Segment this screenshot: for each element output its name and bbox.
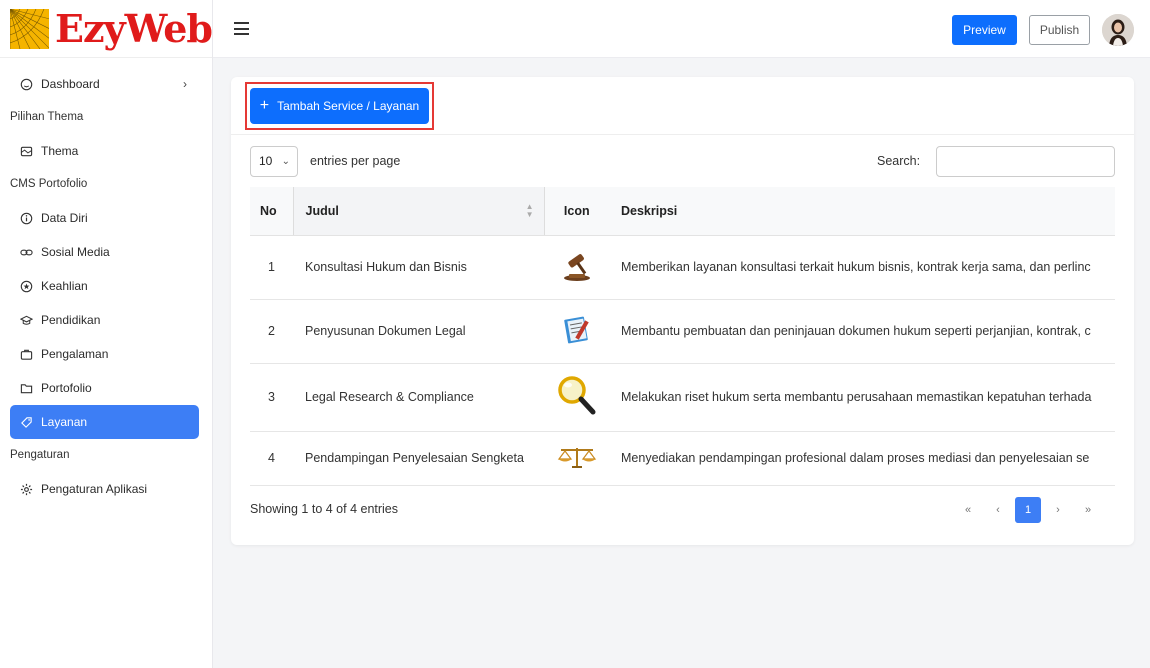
chevron-down-icon: ⌄ — [281, 156, 290, 167]
cell-judul: Konsultasi Hukum dan Bisnis — [293, 235, 544, 300]
sidebar-item-label: Layanan — [41, 415, 88, 429]
last-page-button[interactable]: » — [1075, 497, 1101, 523]
sidebar-nav: Dashboard › Pilihan Thema Thema CMS Port… — [0, 58, 212, 506]
sidebar-item-label: Thema — [41, 144, 79, 158]
cell-deskripsi: Menyediakan pendampingan profesional dal… — [609, 431, 1115, 486]
gavel-icon — [544, 235, 609, 300]
column-header-label: Icon — [563, 203, 590, 218]
cell-no: 1 — [250, 235, 293, 300]
cell-judul: Pendampingan Penyelesaian Sengketa — [293, 431, 544, 486]
cell-no: 3 — [250, 363, 293, 432]
services-table: No Judul ▲ ▼ Icon Deskripsi 1 Konsultasi … — [250, 187, 1115, 486]
dashboard-icon — [20, 78, 33, 91]
next-page-button[interactable]: › — [1045, 497, 1071, 523]
preview-button[interactable]: Preview — [952, 15, 1017, 45]
sidebar-item-label: Pengalaman — [41, 347, 109, 361]
gear-icon — [20, 483, 33, 496]
column-header-icon[interactable]: Icon — [544, 187, 609, 236]
services-card: + Tambah Service / Layanan 10 ⌄ entries … — [231, 77, 1134, 545]
cell-judul: Legal Research & Compliance — [293, 363, 544, 432]
table-row[interactable]: 3 Legal Research & Compliance Melakukan … — [250, 363, 1115, 432]
sidebar-item-label: Data Diri — [41, 211, 88, 225]
cell-judul: Penyusunan Dokumen Legal — [293, 299, 544, 364]
search-label: Search: — [877, 154, 921, 168]
page-size-value: 10 — [259, 154, 273, 168]
page-button-current[interactable]: 1 — [1015, 497, 1041, 523]
sidebar-section-title: Pilihan Thema — [10, 111, 84, 123]
logo-mark-icon — [10, 8, 50, 49]
publish-button[interactable]: Publish — [1029, 15, 1090, 45]
sidebar-item-thema[interactable]: Thema — [10, 134, 199, 168]
star-circle-icon — [20, 280, 33, 293]
graduation-cap-icon — [20, 314, 33, 327]
document-pen-icon — [544, 299, 609, 364]
sidebar-item-data-diri[interactable]: Data Diri — [10, 201, 199, 235]
table-row[interactable]: 1 Konsultasi Hukum dan Bisnis Memberikan… — [250, 235, 1115, 300]
magnifier-icon — [544, 363, 609, 432]
sidebar-item-label: Sosial Media — [41, 245, 110, 259]
sidebar-item-label: Dashboard — [41, 77, 100, 91]
page-size-select[interactable]: 10 ⌄ — [250, 146, 298, 177]
sidebar-item-portofolio[interactable]: Portofolio — [10, 371, 199, 405]
briefcase-icon — [20, 348, 33, 361]
folder-icon — [20, 382, 33, 395]
sidebar-item-keahlian[interactable]: Keahlian — [10, 269, 199, 303]
column-header-label: Judul — [305, 203, 339, 218]
sidebar-item-dashboard[interactable]: Dashboard › — [10, 67, 199, 101]
hamburger-menu-icon[interactable] — [234, 22, 249, 35]
column-header-no[interactable]: No — [250, 187, 293, 236]
link-icon — [20, 246, 33, 259]
sidebar: EzyWeb Dashboard › Pilihan Thema Thema C… — [0, 0, 213, 668]
sidebar-item-pengalaman[interactable]: Pengalaman — [10, 337, 199, 371]
card-header: + Tambah Service / Layanan — [231, 77, 1134, 135]
sidebar-item-label: Pendidikan — [41, 313, 101, 327]
table-row[interactable]: 4 Pendampingan Penyelesaian Sengketa Men… — [250, 431, 1115, 486]
cell-deskripsi: Memberikan layanan konsultasi terkait hu… — [609, 235, 1115, 300]
table-info: Showing 1 to 4 of 4 entries — [250, 502, 399, 516]
cell-no: 4 — [250, 431, 293, 486]
search-input[interactable] — [936, 146, 1115, 177]
sidebar-item-layanan[interactable]: Layanan — [10, 405, 199, 439]
column-header-judul[interactable]: Judul ▲ ▼ — [292, 187, 545, 236]
column-header-label: Deskripsi — [621, 203, 678, 218]
sidebar-item-label: Portofolio — [41, 381, 92, 395]
table-controls: 10 ⌄ entries per page Search: — [250, 146, 1115, 178]
info-icon — [20, 212, 33, 225]
add-service-label: Tambah Service / Layanan — [277, 99, 420, 113]
sidebar-item-sosial-media[interactable]: Sosial Media — [10, 235, 199, 269]
prev-page-button[interactable]: ‹ — [985, 497, 1011, 523]
brand-logo[interactable]: EzyWeb — [0, 0, 213, 58]
pagination: « ‹ 1 › » — [955, 497, 1101, 523]
chevron-right-icon: › — [183, 77, 187, 91]
tag-icon — [20, 416, 33, 429]
sidebar-item-label: Keahlian — [41, 279, 88, 293]
entries-per-page-label: entries per page — [310, 154, 401, 168]
theme-icon — [20, 145, 33, 158]
scales-icon — [544, 431, 609, 486]
cell-deskripsi: Membantu pembuatan dan peninjauan dokume… — [609, 299, 1115, 364]
avatar[interactable] — [1102, 14, 1134, 46]
table-row[interactable]: 2 Penyusunan Dokumen Legal Membantu pemb… — [250, 299, 1115, 364]
topbar: Preview Publish — [213, 0, 1150, 58]
plus-icon: + — [259, 97, 270, 114]
table-header-row: No Judul ▲ ▼ Icon Deskripsi — [250, 187, 1115, 236]
cell-no: 2 — [250, 299, 293, 364]
sidebar-item-pendidikan[interactable]: Pendidikan — [10, 303, 199, 337]
cell-deskripsi: Melakukan riset hukum serta membantu per… — [609, 363, 1115, 432]
sidebar-item-pengaturan-aplikasi[interactable]: Pengaturan Aplikasi — [10, 472, 199, 506]
sidebar-item-label: Pengaturan Aplikasi — [41, 482, 148, 496]
column-header-deskripsi[interactable]: Deskripsi — [609, 187, 1115, 236]
column-header-label: No — [260, 203, 277, 218]
sidebar-section-title: Pengaturan — [10, 449, 70, 461]
sidebar-section-title: CMS Portofolio — [10, 178, 88, 190]
sort-icon: ▲ ▼ — [525, 202, 534, 219]
add-service-button[interactable]: + Tambah Service / Layanan — [250, 88, 429, 124]
first-page-button[interactable]: « — [955, 497, 981, 523]
logo-text: EzyWeb — [55, 5, 213, 51]
